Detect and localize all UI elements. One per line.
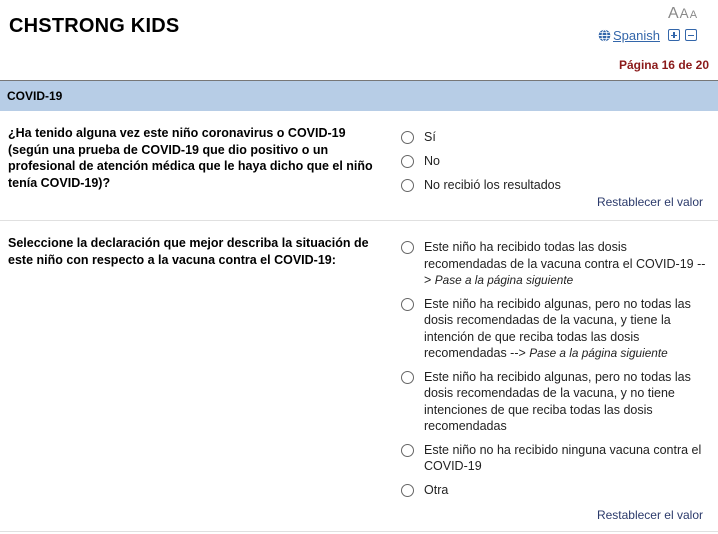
font-size-controls[interactable]: AAA xyxy=(668,5,697,23)
page-indicator: Página 16 de 20 xyxy=(618,58,709,72)
skip-note: Pase a la página siguiente xyxy=(434,273,574,287)
font-size-large-label[interactable]: A xyxy=(668,5,679,23)
question-label: ¿Ha tenido alguna vez este niño coronavi… xyxy=(8,126,373,190)
radio-option-some-doses-intends[interactable]: Este niño ha recibido algunas, pero no t… xyxy=(400,296,710,362)
radio-option-no[interactable]: No xyxy=(400,153,710,170)
language-toolbar: Spanish xyxy=(598,27,697,43)
radio-option-no-vaccine[interactable]: Este niño no ha recibido ninguna vacuna … xyxy=(400,442,710,475)
radio-option-si[interactable]: Sí xyxy=(400,129,710,146)
radio-option-label: Sí xyxy=(424,130,436,144)
radio-option-no-results[interactable]: No recibió los resultados xyxy=(400,177,710,194)
zoom-out-icon[interactable] xyxy=(684,29,697,41)
radio-option-label: No xyxy=(424,154,440,168)
reset-value-link[interactable]: Restablecer el valor xyxy=(597,508,703,522)
radio-icon[interactable] xyxy=(401,370,414,384)
language-link-spanish[interactable]: Spanish xyxy=(613,28,660,43)
section-header: COVID-19 xyxy=(0,80,718,111)
radio-group: Sí No No recibió los resultados xyxy=(400,129,710,201)
radio-group: Este niño ha recibido todas las dosis re… xyxy=(400,239,710,505)
section-title: COVID-19 xyxy=(7,89,63,103)
radio-icon[interactable] xyxy=(401,483,414,497)
question-covid-history: ¿Ha tenido alguna vez este niño coronavi… xyxy=(0,111,718,221)
radio-option-label: Este niño ha recibido algunas, pero no t… xyxy=(424,369,691,434)
radio-icon[interactable] xyxy=(401,131,414,144)
reset-value-link[interactable]: Restablecer el valor xyxy=(597,195,703,209)
radio-icon[interactable] xyxy=(401,297,414,311)
question-vaccine-status: Seleccione la declaración que mejor desc… xyxy=(0,222,718,532)
question-label: Seleccione la declaración que mejor desc… xyxy=(8,236,369,267)
zoom-in-icon[interactable] xyxy=(667,29,680,41)
radio-option-label: No recibió los resultados xyxy=(424,178,561,192)
font-size-medium-label[interactable]: A xyxy=(680,6,689,21)
radio-option-some-doses-no-intent[interactable]: Este niño ha recibido algunas, pero no t… xyxy=(400,369,710,435)
skip-note: Pase a la página siguiente xyxy=(529,346,668,360)
radio-icon[interactable] xyxy=(401,241,414,254)
font-size-small-label[interactable]: A xyxy=(690,9,697,21)
radio-option-label: Otra xyxy=(424,482,449,497)
globe-icon xyxy=(598,28,611,42)
radio-icon[interactable] xyxy=(401,155,414,168)
radio-option-all-doses[interactable]: Este niño ha recibido todas las dosis re… xyxy=(400,239,710,289)
radio-icon[interactable] xyxy=(401,179,414,192)
app-title: CHSTRONG KIDS xyxy=(9,15,180,37)
radio-icon[interactable] xyxy=(401,443,414,457)
radio-option-other[interactable]: Otra xyxy=(400,482,710,499)
radio-option-label: Este niño no ha recibido ninguna vacuna … xyxy=(424,442,702,474)
survey-header: CHSTRONG KIDS AAA Spanish Página 16 de 2… xyxy=(0,0,718,80)
